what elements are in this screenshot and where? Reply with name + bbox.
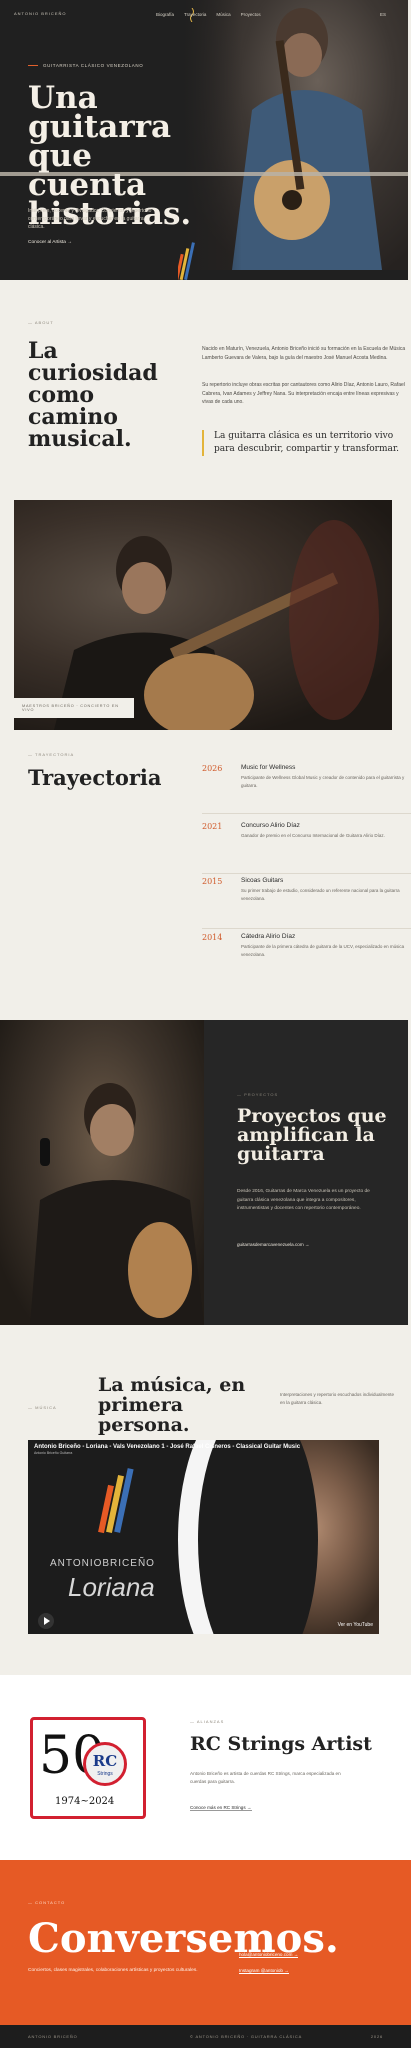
hero-description: Intérprete, docente y divulgador. Concie… xyxy=(28,208,152,230)
concert-photo xyxy=(14,500,392,730)
play-icon xyxy=(44,1617,50,1625)
youtube-video-embed[interactable]: Antonio Briceño - Loriana - Vals Venezol… xyxy=(28,1440,379,1634)
rc-description: Antonio Briceño es artista de cuerdas RC… xyxy=(190,1771,341,1784)
rc-strings-section: 50 RC Strings 1974~2024 — ALIANZAS RC St… xyxy=(0,1675,411,1860)
nav-link-biografia[interactable]: Biografía xyxy=(156,12,174,17)
footer-year: 2026 xyxy=(370,2034,383,2039)
trajectory-section: — TRAYECTORIA Trayectoria 2026 Music for… xyxy=(0,740,411,1020)
music-eyebrow: — MÚSICA xyxy=(28,1405,57,1410)
trajectory-item: 2026 Music for Wellness Participante de … xyxy=(202,764,411,814)
color-stripes-icon xyxy=(178,242,195,280)
logo-years: 1974~2024 xyxy=(55,1796,115,1807)
footer-brand: ANTONIO BRICEÑO xyxy=(28,2034,78,2039)
contact-description: Conciertos, clases magistrales, colabora… xyxy=(28,1968,198,1973)
video-channel[interactable]: Antonio Briceño Guitarra xyxy=(34,1451,373,1455)
trajectory-year: 2021 xyxy=(202,822,223,831)
trajectory-desc: Participante de la primera cátedra de gu… xyxy=(241,944,405,957)
trajectory-item: 2015 Sicoas Guitars Su primer trabajo de… xyxy=(202,877,411,929)
trajectory-desc: Su primer trabajo de estudio, considerad… xyxy=(241,888,400,901)
video-arc-decoration xyxy=(198,1440,318,1634)
video-album-name: Loriana xyxy=(68,1572,155,1602)
eyebrow-line xyxy=(28,65,38,66)
projects-eyebrow: — PROYECTOS xyxy=(237,1092,279,1097)
trajectory-item: 2021 Concurso Alirio Díaz Ganador de pre… xyxy=(202,822,411,874)
brand-name[interactable]: ANTONIO BRICEÑO xyxy=(14,11,67,16)
video-artist-name: ANTONIOBRICEÑO xyxy=(50,1558,155,1569)
contact-email-link[interactable]: hola@antoniobriceno.com → xyxy=(239,1952,299,1958)
hero-cta-link[interactable]: Conocer al Artista → xyxy=(28,240,72,245)
trajectory-name: Cátedra Alirio Díaz xyxy=(241,933,296,940)
video-title[interactable]: Antonio Briceño - Loriana - Vals Venezol… xyxy=(34,1444,373,1450)
video-header: Antonio Briceño - Loriana - Vals Venezol… xyxy=(28,1440,379,1460)
music-title: La música, en primera persona. xyxy=(98,1374,246,1436)
hero-photo xyxy=(182,0,408,270)
footer: ANTONIO BRICEÑO © ANTONIO BRICEÑO · GUIT… xyxy=(0,2025,411,2048)
contact-section: — CONTACTO Conversemos. Conciertos, clas… xyxy=(0,1860,411,2025)
trajectory-name: Sicoas Guitars xyxy=(241,877,284,884)
rc-strings-logo: 50 RC Strings 1974~2024 xyxy=(30,1717,146,1819)
trajectory-eyebrow: — TRAYECTORIA xyxy=(28,752,75,757)
rc-title: RC Strings Artist xyxy=(190,1733,372,1755)
hero-eyebrow-text: GUITARRISTA CLÁSICO VENEZOLANO xyxy=(43,63,144,68)
logo-strings-text: Strings xyxy=(97,1771,113,1777)
nav-link-trayectoria[interactable]: Trayectoria xyxy=(184,12,206,17)
trajectory-item: 2014 Cátedra Alirio Díaz Participante de… xyxy=(202,933,411,988)
music-section: — MÚSICA La música, en primera persona. … xyxy=(0,1325,411,1675)
projects-link[interactable]: guitarrasdemarcavenezuela.com → xyxy=(237,1242,310,1247)
nav-link-proyectos[interactable]: Proyectos xyxy=(241,12,261,17)
projects-section: — PROYECTOS Proyectos que amplifican la … xyxy=(0,1020,411,1325)
about-paragraph-1: Nacido en Maturín, Venezuela, Antonio Br… xyxy=(202,346,406,361)
trajectory-year: 2026 xyxy=(202,764,223,773)
projects-title: Proyectos que amplifican la guitarra xyxy=(237,1105,387,1165)
logo-rc-text: RC xyxy=(92,1752,118,1770)
trajectory-year: 2014 xyxy=(202,933,223,942)
rc-circle-icon: RC Strings xyxy=(83,1742,127,1786)
about-paragraph-2: Su repertorio incluye obras escritas por… xyxy=(202,382,405,405)
rc-eyebrow: — ALIANZAS xyxy=(190,1719,225,1724)
trajectory-desc: Participante de Wellness Global Music y … xyxy=(241,775,405,788)
footer-copyright: © ANTONIO BRICEÑO · GUITARRA CLÁSICA xyxy=(190,2034,303,2039)
projects-panel: — PROYECTOS Proyectos que amplifican la … xyxy=(204,1020,408,1325)
trajectory-year: 2015 xyxy=(202,877,223,886)
about-section: — ABOUT La curiosidad como camino musica… xyxy=(0,280,411,490)
about-title: La curiosidad como camino musical. xyxy=(28,338,158,452)
rc-link[interactable]: Conoce más en RC Strings → xyxy=(190,1805,252,1811)
trajectory-title: Trayectoria xyxy=(28,765,162,790)
top-navigation: ANTONIO BRICEÑO Biografía Trayectoria Mú… xyxy=(14,8,394,22)
contact-instagram-link[interactable]: Instagram @antoniob → xyxy=(239,1968,289,1974)
projects-photo xyxy=(0,1020,204,1325)
trajectory-desc: Ganador de premio en el Concurso Interna… xyxy=(241,833,385,838)
concert-photo-section: MAESTROS BRICEÑO · CONCIERTO EN VIVO xyxy=(0,490,411,740)
music-side-text: Interpretaciones y repertorio escuchados… xyxy=(280,1392,395,1405)
projects-description: Desde 2016, Guitarras de Marca Venezuela… xyxy=(237,1189,370,1211)
nav-link-musica[interactable]: Música xyxy=(216,12,230,17)
nav-links: Biografía Trayectoria Música Proyectos xyxy=(156,12,261,17)
video-play-button[interactable] xyxy=(38,1613,54,1629)
trajectory-name: Concurso Alirio Díaz xyxy=(241,822,300,829)
language-switch[interactable]: ES xyxy=(380,12,386,17)
photo-caption: MAESTROS BRICEÑO · CONCIERTO EN VIVO xyxy=(14,698,134,718)
hero-section: ANTONIO BRICEÑO Biografía Trayectoria Mú… xyxy=(0,0,408,280)
about-eyebrow: — ABOUT xyxy=(28,320,54,325)
trajectory-name: Music for Wellness xyxy=(241,764,296,771)
hero-eyebrow: GUITARRISTA CLÁSICO VENEZOLANO xyxy=(28,63,143,68)
contact-eyebrow: — CONTACTO xyxy=(28,1900,66,1905)
about-quote: La guitarra clásica es un territorio viv… xyxy=(202,430,407,456)
youtube-link[interactable]: Ver en YouTube xyxy=(338,1622,373,1628)
